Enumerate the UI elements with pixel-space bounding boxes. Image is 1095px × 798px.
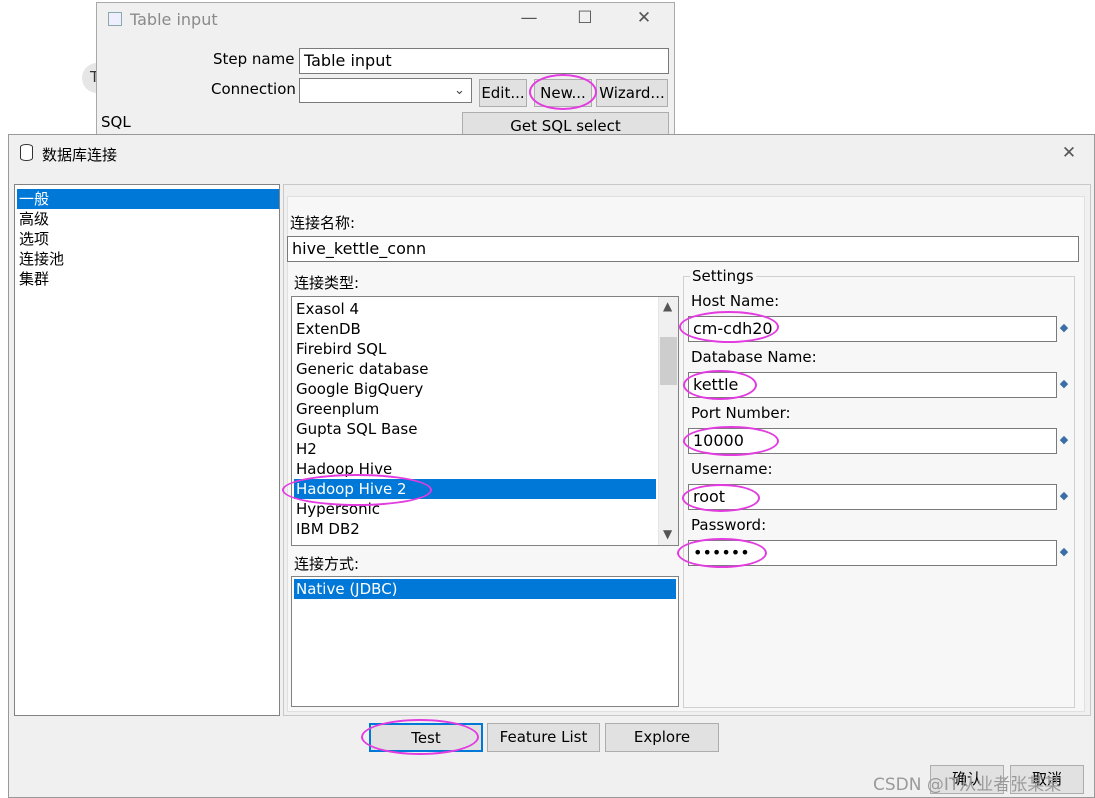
close-icon[interactable]: ✕ [629, 8, 659, 28]
highlight-ring-host [679, 311, 779, 343]
password-label: Password: [691, 516, 767, 534]
nav-item-general[interactable]: 一般 [17, 189, 279, 209]
variable-icon[interactable]: ◆ [1058, 322, 1070, 334]
highlight-ring-db [683, 370, 757, 400]
database-name-label: Database Name: [691, 348, 817, 366]
connection-name-field[interactable]: hive_kettle_conn [287, 236, 1079, 262]
edit-button[interactable]: Edit... [479, 79, 527, 107]
list-item[interactable]: Exasol 4 [294, 299, 656, 319]
port-number-label: Port Number: [691, 404, 791, 422]
variable-icon[interactable]: ◆ [1058, 490, 1070, 502]
minimize-icon[interactable]: — [514, 8, 544, 28]
access-method-item[interactable]: Native (JDBC) [294, 579, 676, 599]
list-item[interactable]: Firebird SQL [294, 339, 656, 359]
settings-legend: Settings [690, 267, 756, 285]
maximize-icon[interactable]: ☐ [570, 8, 600, 28]
nav-item-pooling[interactable]: 连接池 [17, 249, 279, 269]
list-item[interactable]: Greenplum [294, 399, 656, 419]
table-input-icon [108, 12, 122, 26]
nav-list: 一般 高级 选项 连接池 集群 [14, 184, 280, 716]
highlight-ring-password [677, 538, 767, 568]
nav-item-advanced[interactable]: 高级 [17, 209, 279, 229]
connection-type-label: 连接类型: [294, 274, 360, 292]
variable-icon[interactable]: ◆ [1058, 546, 1070, 558]
highlight-ring-user [682, 484, 760, 512]
username-label: Username: [691, 460, 773, 478]
nav-item-options[interactable]: 选项 [17, 229, 279, 249]
feature-list-button[interactable]: Feature List [487, 723, 600, 752]
host-name-label: Host Name: [691, 292, 780, 310]
highlight-ring-hive2 [282, 474, 432, 506]
highlight-ring-port [683, 426, 779, 456]
scrollbar-thumb[interactable] [660, 337, 677, 385]
step-name-field[interactable]: Table input [299, 48, 669, 74]
scroll-down-icon[interactable]: ▼ [663, 527, 672, 541]
list-item[interactable]: Gupta SQL Base [294, 419, 656, 439]
db-dialog-title: 数据库连接 [42, 146, 118, 164]
list-item[interactable]: Google BigQuery [294, 379, 656, 399]
connection-label: Connection [211, 80, 296, 98]
watermark: CSDN @IT从业者张某某 [873, 775, 1062, 795]
scroll-up-icon[interactable]: ▲ [663, 299, 672, 313]
highlight-ring-test [361, 719, 479, 755]
list-item[interactable]: ExtenDB [294, 319, 656, 339]
access-method-label: 连接方式: [294, 555, 360, 573]
connection-name-label: 连接名称: [290, 214, 356, 232]
highlight-ring-new [529, 74, 597, 110]
variable-icon[interactable]: ◆ [1058, 434, 1070, 446]
connection-select[interactable] [299, 78, 472, 103]
list-item[interactable]: H2 [294, 439, 656, 459]
variable-icon[interactable]: ◆ [1058, 378, 1070, 390]
nav-item-cluster[interactable]: 集群 [17, 269, 279, 289]
wizard-button[interactable]: Wizard... [596, 79, 668, 107]
list-item[interactable]: Generic database [294, 359, 656, 379]
access-method-list[interactable]: Native (JDBC) [291, 576, 679, 707]
sql-label: SQL [101, 113, 131, 131]
explore-button[interactable]: Explore [605, 723, 719, 752]
database-icon [20, 144, 33, 161]
table-input-title: Table input [130, 10, 218, 29]
chevron-down-icon[interactable]: ⌄ [454, 83, 465, 98]
list-scrollbar[interactable]: ▲ ▼ [658, 297, 678, 545]
step-name-label: Step name [213, 50, 295, 68]
list-item[interactable]: IBM DB2 [294, 519, 656, 539]
dialog-close-icon[interactable]: ✕ [1054, 143, 1084, 163]
connection-type-list[interactable]: Exasol 4 ExtenDB Firebird SQL Generic da… [291, 296, 679, 546]
